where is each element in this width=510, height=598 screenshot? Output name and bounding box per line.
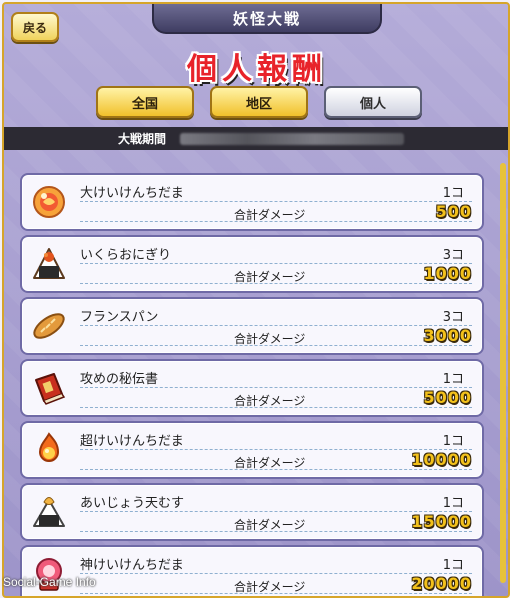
row-divider — [80, 345, 472, 346]
tab-national[interactable]: 全国 — [96, 86, 194, 118]
book-icon — [30, 370, 68, 406]
battle-period-bar: 大戦期間 — [4, 127, 508, 150]
flame-orb-icon — [30, 432, 68, 468]
reward-item-name: 神けいけんちだま — [80, 558, 184, 573]
battle-period-redacted — [180, 132, 405, 145]
damage-threshold: 5000 — [423, 388, 472, 407]
reward-row: 超けいけんちだま 1コ 合計ダメージ 10000 — [20, 421, 484, 479]
reward-item-quantity: 1コ — [442, 434, 464, 449]
row-divider — [80, 283, 472, 284]
ranking-tabs: 全国 地区 個人 — [4, 86, 508, 118]
reward-row: 神けいけんちだま 1コ 合計ダメージ 20000 — [20, 545, 484, 596]
bread-icon — [30, 308, 68, 344]
reward-item-name: 攻めの秘伝書 — [80, 372, 159, 387]
reward-item-quantity: 3コ — [442, 310, 464, 325]
reward-item-name: 超けいけんちだま — [80, 434, 184, 449]
watermark: Social-Game Info — [3, 575, 96, 589]
reward-item-name: いくらおにぎり — [80, 248, 172, 263]
reward-row: フランスパン 3コ 合計ダメージ 3000 — [20, 297, 484, 355]
reward-item-quantity: 1コ — [442, 558, 464, 573]
row-divider — [80, 221, 472, 222]
reward-item-name: あいじょう天むす — [80, 496, 185, 511]
onigiri-icon — [30, 246, 68, 282]
page-title: 個人報酬 — [187, 52, 327, 87]
damage-threshold: 1000 — [423, 264, 472, 283]
row-divider — [80, 469, 472, 470]
tab-region[interactable]: 地区 — [210, 86, 308, 118]
damage-threshold: 10000 — [411, 450, 472, 469]
reward-row: あいじょう天むす 1コ 合計ダメージ 15000 — [20, 483, 484, 541]
damage-threshold: 20000 — [411, 574, 472, 593]
row-divider — [80, 407, 472, 408]
reward-row: 攻めの秘伝書 1コ 合計ダメージ 5000 — [20, 359, 484, 417]
reward-item-name: フランスパン — [80, 310, 159, 325]
row-divider — [80, 531, 472, 532]
back-button[interactable]: 戻る — [11, 12, 59, 42]
reward-row: いくらおにぎり 3コ 合計ダメージ 1000 — [20, 235, 484, 293]
reward-row: 大けいけんちだま 1コ 合計ダメージ 500 — [20, 173, 484, 231]
reward-item-quantity: 1コ — [442, 186, 464, 201]
screen-title-banner: 妖怪大戦 — [152, 4, 382, 34]
row-divider — [80, 201, 472, 202]
reward-item-quantity: 3コ — [442, 248, 464, 263]
row-divider — [80, 325, 472, 326]
damage-threshold: 3000 — [423, 326, 472, 345]
game-window: 戻る 妖怪大戦 個人報酬 全国 地区 個人 大戦期間 大けいけんちだま 1コ 合… — [2, 2, 510, 598]
battle-period-label: 大戦期間 — [118, 132, 167, 146]
tenmusu-icon — [30, 494, 68, 530]
damage-threshold: 15000 — [411, 512, 472, 531]
reward-item-name: 大けいけんちだま — [80, 186, 184, 201]
tab-personal[interactable]: 個人 — [324, 86, 422, 118]
reward-item-quantity: 1コ — [442, 372, 464, 387]
row-divider — [80, 263, 472, 264]
damage-threshold: 500 — [435, 202, 472, 221]
reward-list-scrollbar[interactable] — [500, 163, 506, 583]
row-divider — [80, 387, 472, 388]
reward-item-quantity: 1コ — [442, 496, 464, 511]
orb-icon — [30, 184, 68, 220]
row-divider — [80, 593, 472, 594]
